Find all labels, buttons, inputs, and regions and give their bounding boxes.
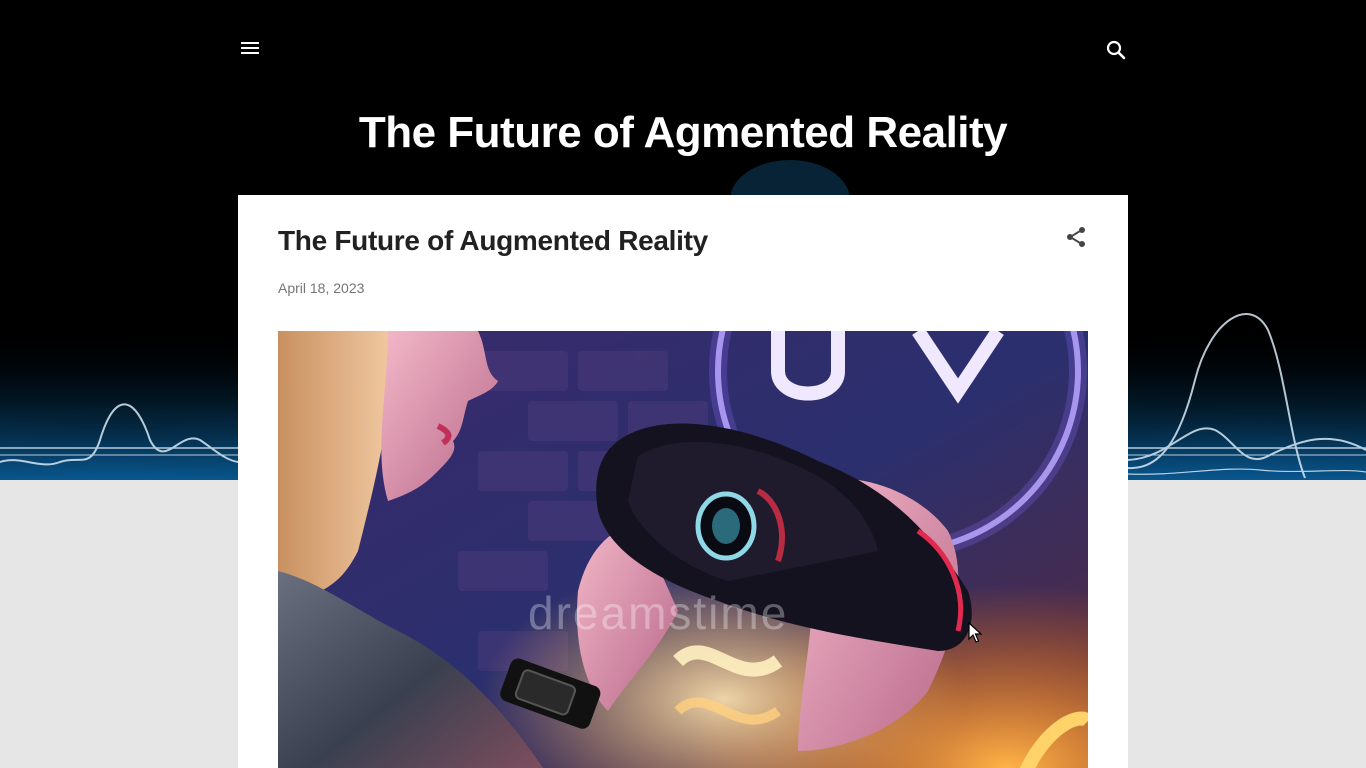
mouse-cursor-icon: [968, 621, 983, 644]
hamburger-menu-icon[interactable]: [238, 36, 262, 60]
share-icon[interactable]: [1064, 225, 1088, 249]
vr-headset-photo: [278, 331, 1088, 768]
image-watermark: dreamstime: [528, 587, 789, 639]
post-title[interactable]: The Future of Augmented Reality: [278, 225, 708, 257]
top-navigation-bar: [238, 30, 1128, 70]
post-date[interactable]: April 18, 2023: [278, 280, 364, 296]
blog-title[interactable]: The Future of Agmented Reality: [238, 108, 1128, 158]
search-icon[interactable]: [1104, 38, 1128, 62]
post-card: The Future of Augmented Reality April 18…: [238, 195, 1128, 768]
post-featured-image[interactable]: dreamstime: [278, 331, 1088, 768]
